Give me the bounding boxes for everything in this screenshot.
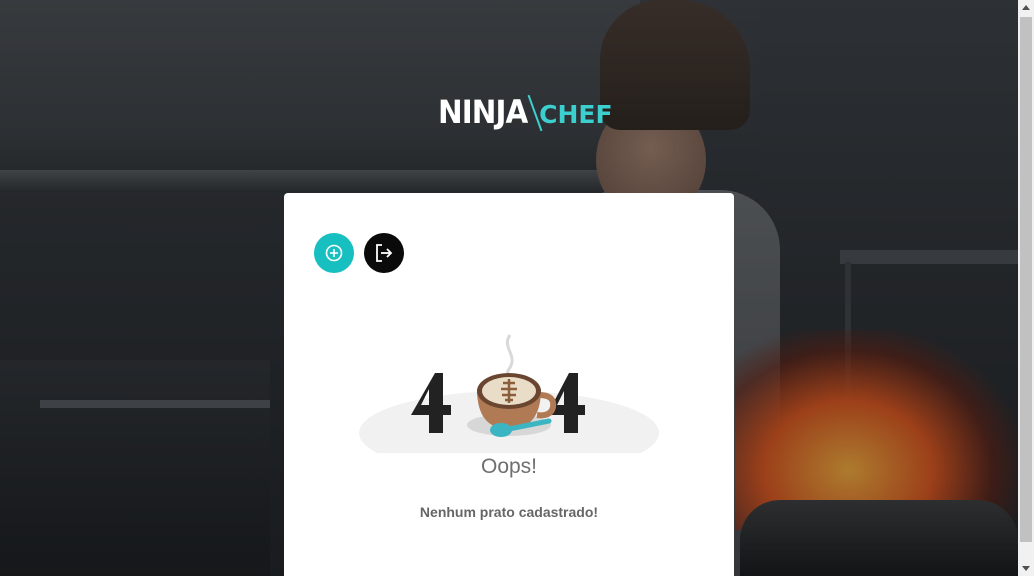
page-scrollbar[interactable] — [1018, 0, 1034, 576]
error-title: Oops! — [480, 455, 538, 478]
logout-button[interactable] — [364, 233, 404, 273]
ninjachef-logo: NINJA CHEF — [438, 90, 613, 134]
logout-icon — [376, 244, 393, 262]
content-card: Oops! Nenhum prato cadastrado! — [284, 193, 734, 576]
logo-slash-mark — [531, 92, 541, 132]
scroll-up-arrow-icon[interactable] — [1018, 0, 1034, 16]
logo-ninja-text: NINJA — [438, 93, 528, 131]
plus-circle-icon — [325, 244, 343, 262]
logo-chef-text: CHEF — [539, 99, 613, 129]
scroll-down-arrow-icon[interactable] — [1018, 560, 1034, 576]
404-coffee-cup-illustration — [359, 334, 659, 453]
empty-message: Nenhum prato cadastrado! — [419, 504, 599, 520]
scrollbar-thumb[interactable] — [1020, 17, 1032, 542]
add-dish-button[interactable] — [314, 233, 354, 273]
